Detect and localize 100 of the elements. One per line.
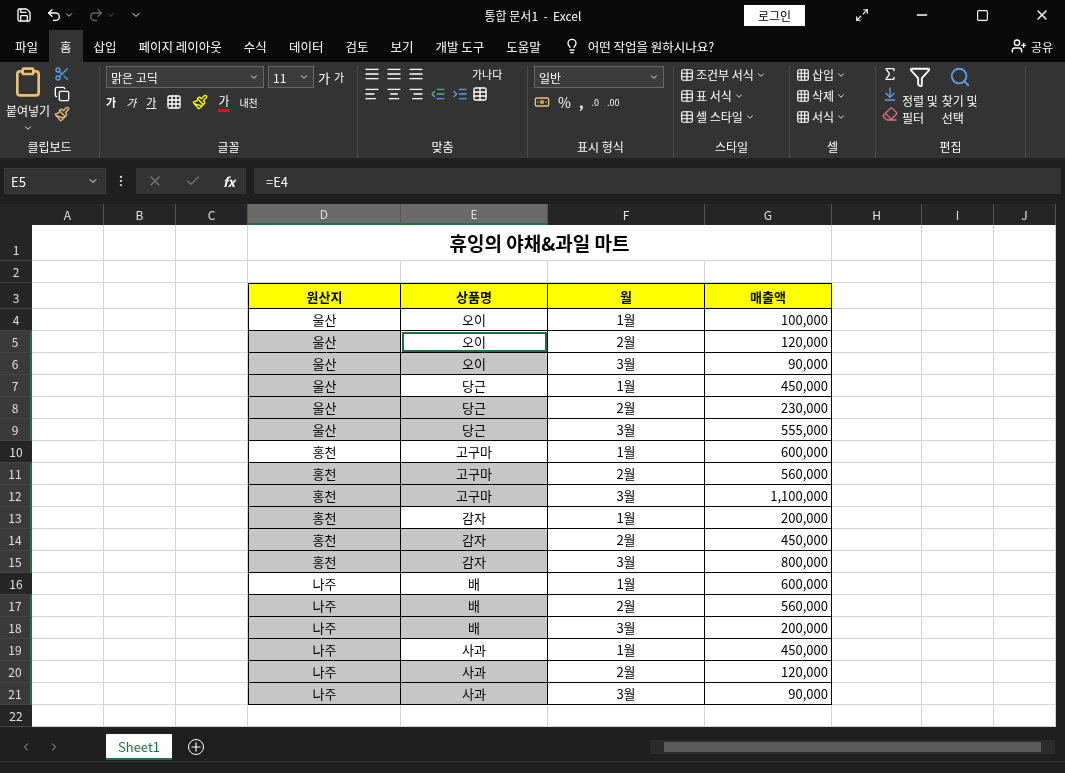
menu-tab[interactable]: 보기 (379, 30, 425, 62)
fill-icon[interactable] (882, 86, 898, 102)
menu-tab[interactable]: 홈 (49, 30, 83, 62)
grow-font-button[interactable]: 가 (318, 67, 330, 87)
menu-tab[interactable]: 검토 (334, 30, 380, 62)
comma-button[interactable]: , (578, 92, 584, 112)
copy-icon[interactable] (54, 86, 71, 102)
font-color-button[interactable]: 가 (218, 92, 230, 112)
share-icon[interactable] (1010, 38, 1027, 54)
caret-icon[interactable] (64, 10, 74, 20)
row-header[interactable]: 4 (0, 309, 32, 331)
style-button[interactable]: 셀 스타일 (696, 108, 743, 125)
align-left-icon[interactable] (364, 86, 380, 102)
row-header[interactable]: 14 (0, 529, 32, 551)
column-header[interactable]: B (104, 204, 176, 225)
row-header[interactable]: 10 (0, 441, 32, 463)
horizontal-scrollbar[interactable] (650, 740, 1055, 754)
filter-icon[interactable] (908, 66, 931, 88)
menu-tab[interactable]: 삽입 (82, 30, 128, 62)
menu-tab[interactable]: 데이터 (277, 30, 335, 62)
menu-tab[interactable]: 수식 (232, 30, 278, 62)
row-header[interactable]: 7 (0, 375, 32, 397)
wrap-text-button[interactable]: 가나다 (472, 66, 503, 82)
menu-tab[interactable]: 페이지 레이아웃 (127, 30, 233, 62)
undo-icon[interactable] (46, 7, 62, 23)
row-header[interactable]: 5 (0, 331, 32, 353)
fill-color-icon[interactable] (192, 94, 209, 110)
row-header[interactable]: 8 (0, 397, 32, 419)
align-center-icon[interactable] (386, 86, 402, 102)
find-select-button[interactable]: 찾기 및 선택 (941, 92, 978, 126)
sheet-tab[interactable]: Sheet1 (106, 734, 173, 760)
menu-tab[interactable]: 파일 (4, 30, 49, 62)
row-header[interactable]: 15 (0, 551, 32, 573)
name-box[interactable]: E5 (4, 168, 106, 194)
row-header[interactable]: 18 (0, 617, 32, 639)
shrink-font-button[interactable]: 가 (333, 69, 345, 85)
italic-button[interactable]: 가 (126, 94, 137, 110)
indent-decrease-icon[interactable] (430, 86, 446, 102)
insert-function-button[interactable]: fx (222, 171, 235, 191)
maximize-icon[interactable] (975, 8, 989, 22)
align-right-icon[interactable] (408, 86, 424, 102)
menu-tab[interactable]: 도움말 (495, 30, 552, 62)
share-button[interactable]: 공유 (1030, 37, 1053, 55)
paste-button[interactable]: 붙여넣기 (6, 102, 51, 119)
align-middle-icon[interactable] (386, 66, 402, 82)
tell-me-field[interactable]: 어떤 작업을 원하시나요? (587, 36, 715, 56)
sort-filter-button[interactable]: 정렬 및 필터 (902, 92, 938, 126)
menu-tab[interactable]: 개발 도구 (424, 30, 496, 62)
style-icon[interactable] (680, 109, 694, 124)
decrease-decimal-button[interactable]: .00 (606, 95, 620, 109)
font-name-field[interactable]: 맑은 고딕 (106, 66, 264, 88)
row-header[interactable]: 1 (0, 225, 32, 261)
phonetic-button[interactable]: 내천 (239, 94, 258, 110)
column-header[interactable]: C (176, 204, 248, 225)
column-header[interactable]: J (994, 204, 1056, 225)
cells-icon[interactable] (796, 88, 810, 103)
row-header[interactable]: 6 (0, 353, 32, 375)
style-button[interactable]: 표 서식 (696, 87, 732, 104)
login-button[interactable]: 로그인 (743, 4, 805, 26)
cells-button[interactable]: 삽입 (812, 66, 835, 83)
column-header[interactable]: H (832, 204, 922, 225)
cells-icon[interactable] (796, 109, 810, 124)
column-header[interactable]: I (922, 204, 994, 225)
row-header[interactable]: 19 (0, 639, 32, 661)
row-header[interactable]: 9 (0, 419, 32, 441)
merge-icon[interactable] (472, 86, 488, 102)
style-icon[interactable] (680, 88, 694, 103)
row-header[interactable]: 3 (0, 283, 32, 309)
row-header[interactable]: 13 (0, 507, 32, 529)
indent-increase-icon[interactable] (452, 86, 468, 102)
formula-field[interactable]: =E4 (254, 168, 1061, 194)
row-header[interactable]: 22 (0, 705, 32, 727)
style-button[interactable]: 조건부 서식 (696, 66, 754, 83)
row-header[interactable]: 12 (0, 485, 32, 507)
column-header[interactable]: F (548, 204, 705, 225)
underline-button[interactable]: 가 (146, 94, 157, 110)
eraser-icon[interactable] (882, 106, 898, 122)
row-header[interactable]: 2 (0, 261, 32, 283)
cells-button[interactable]: 삭제 (812, 87, 835, 104)
paintbrush-icon[interactable] (54, 106, 71, 122)
save-icon[interactable] (16, 7, 32, 23)
ribbon-display-icon[interactable] (855, 8, 869, 22)
search-icon[interactable] (948, 66, 971, 88)
percent-button[interactable]: % (558, 92, 571, 112)
border-icon[interactable] (166, 94, 183, 110)
increase-decimal-button[interactable]: .0 (591, 95, 599, 109)
column-header[interactable]: G (705, 204, 832, 225)
currency-icon[interactable] (534, 94, 550, 110)
bold-button[interactable]: 가 (106, 94, 117, 110)
font-size-field[interactable]: 11 (268, 66, 314, 88)
column-header[interactable]: D (248, 204, 401, 225)
style-icon[interactable] (680, 67, 694, 82)
number-format-field[interactable]: 일반 (534, 66, 664, 88)
column-header[interactable]: A (32, 204, 104, 225)
align-top-icon[interactable] (364, 66, 380, 82)
caret-icon[interactable] (23, 123, 34, 133)
row-header[interactable]: 21 (0, 683, 32, 705)
redo-icon[interactable] (88, 7, 104, 23)
row-header[interactable]: 20 (0, 661, 32, 683)
cells-icon[interactable] (796, 67, 810, 82)
